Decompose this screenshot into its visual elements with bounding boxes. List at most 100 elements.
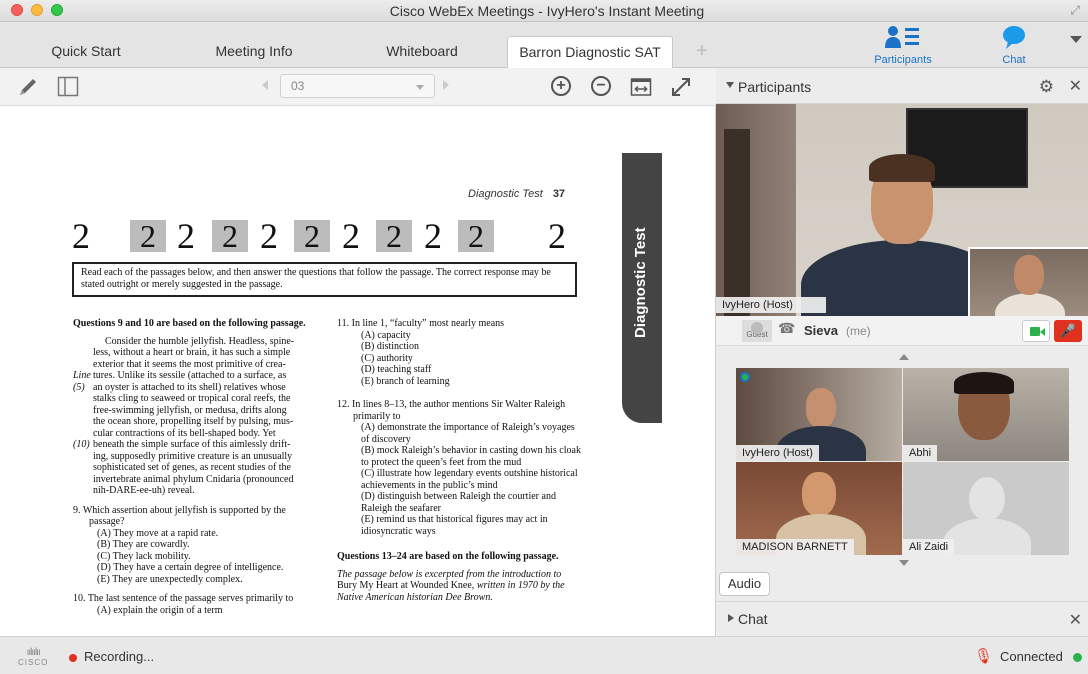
passage-text: exterior that it seems the most primitiv… bbox=[93, 358, 286, 370]
passage-line: less, without a heart or brain, it has s… bbox=[73, 347, 319, 359]
passage-text: nih-DARE-ee-uh) reveal. bbox=[93, 485, 195, 496]
running-head: Diagnostic Test 37 bbox=[468, 188, 565, 200]
previous-page-icon[interactable] bbox=[262, 80, 268, 90]
participants-button[interactable]: Participants bbox=[868, 24, 938, 66]
expand-icon[interactable] bbox=[728, 614, 734, 622]
passage-text: stalks cling to seaweed or tropical cora… bbox=[93, 393, 291, 404]
passage-line: exterior that it seems the most primitiv… bbox=[73, 359, 319, 371]
gear-icon[interactable]: ⚙ bbox=[1039, 77, 1054, 97]
passage-text: sophisticated set of genes, as recent st… bbox=[93, 462, 291, 473]
section-number: 2 bbox=[177, 216, 195, 256]
answer-option: (B) They are cowardly. bbox=[97, 539, 190, 550]
audio-button[interactable]: Audio bbox=[719, 572, 770, 596]
expand-icon[interactable] bbox=[670, 76, 692, 98]
overflow-menu-icon[interactable] bbox=[1070, 36, 1082, 43]
next-page-icon[interactable] bbox=[443, 80, 449, 90]
close-icon[interactable]: ✕ bbox=[1069, 76, 1082, 96]
passage-text: beneath the simple surface of this aimle… bbox=[93, 439, 291, 450]
passage-text: the ocean shore, propelling itself by pu… bbox=[93, 416, 294, 427]
self-participant-row[interactable]: Guest ☎ Sieva (me) 🎤 bbox=[716, 316, 1088, 346]
side-tab-label: Diagnostic Test bbox=[632, 227, 649, 338]
answer-option: (A) capacity bbox=[361, 329, 411, 341]
question-group-heading: Questions 9 and 10 are based on the foll… bbox=[73, 318, 306, 329]
title-bar: Cisco WebEx Meetings - IvyHero's Instant… bbox=[0, 0, 1088, 22]
window-title: Cisco WebEx Meetings - IvyHero's Instant… bbox=[389, 3, 705, 19]
recording-status[interactable]: Recording... bbox=[84, 649, 154, 664]
section-number: 2 bbox=[458, 220, 494, 252]
section-number: 2 bbox=[294, 220, 330, 252]
intro-text: The passage below is excerpted from the … bbox=[337, 568, 562, 580]
close-icon[interactable]: ✕ bbox=[1069, 610, 1082, 630]
recording-indicator-icon bbox=[69, 654, 77, 662]
tab-quick-start[interactable]: Quick Start bbox=[20, 36, 152, 68]
brand-label: CISCO bbox=[18, 658, 49, 667]
page-select-value: 03 bbox=[291, 79, 305, 93]
passage-line: (5) an oyster is attached to its shell) r… bbox=[73, 382, 319, 394]
answer-option: (D) They have a certain degree of intell… bbox=[97, 562, 284, 573]
answer-option: (B) distinction bbox=[361, 341, 420, 352]
chat-button[interactable]: Chat bbox=[979, 24, 1049, 66]
document-viewer[interactable]: Diagnostic Test 37 Diagnostic Test 2 2 2 … bbox=[0, 106, 716, 636]
passage-line: nih-DARE-ee-uh) reveal. bbox=[73, 485, 319, 497]
tab-barron-diagnostic-sat[interactable]: Barron Diagnostic SAT bbox=[507, 36, 673, 69]
passage-line: sophisticated set of genes, as recent st… bbox=[73, 462, 319, 474]
tab-whiteboard[interactable]: Whiteboard bbox=[356, 36, 488, 68]
section-number: 2 bbox=[130, 220, 166, 252]
fullscreen-icon[interactable]: ⤢ bbox=[1070, 3, 1080, 18]
answer-option: (A) demonstrate the importance of Raleig… bbox=[361, 422, 575, 445]
add-tab-icon[interactable]: + bbox=[696, 40, 708, 63]
status-bar: ıılıılıı CISCO Recording... 🎙 Connected bbox=[0, 636, 1088, 674]
passage-intro: The passage below is excerpted from the … bbox=[337, 569, 583, 604]
answer-option: (E) branch of learning bbox=[361, 375, 450, 387]
fit-width-icon[interactable] bbox=[630, 76, 652, 98]
video-tile[interactable]: Abhi bbox=[903, 368, 1069, 461]
line-number: Line bbox=[73, 370, 91, 381]
scroll-up-icon[interactable] bbox=[899, 354, 909, 360]
person-placeholder-icon bbox=[969, 477, 1005, 521]
collapse-icon[interactable] bbox=[726, 82, 734, 88]
passage-text: Consider the humble jellyfish. Headless,… bbox=[105, 335, 295, 347]
video-tile[interactable]: MADISON BARNETT bbox=[736, 462, 902, 555]
answer-option: (C) illustrate how legendary events outs… bbox=[361, 468, 578, 491]
document-toolbar: 03 + − bbox=[0, 68, 716, 106]
zoom-out-icon[interactable]: − bbox=[591, 76, 611, 96]
section-side-tab: Diagnostic Test bbox=[622, 153, 662, 423]
mic-muted-icon[interactable]: 🎙 bbox=[974, 647, 993, 665]
answer-option: (A) explain the origin of a term bbox=[97, 604, 223, 616]
passage-line: ing, supposedly primitive creature is an… bbox=[73, 451, 319, 463]
passage-text: an oyster is attached to its shell) rela… bbox=[93, 381, 286, 393]
passage-line: the ocean shore, propelling itself by pu… bbox=[73, 416, 319, 428]
video-tile[interactable]: IvyHero (Host) bbox=[736, 368, 902, 461]
active-speaker-video[interactable]: IvyHero (Host) bbox=[716, 104, 1088, 316]
page-select[interactable]: 03 bbox=[280, 74, 435, 98]
pencil-icon[interactable] bbox=[17, 76, 39, 98]
zoom-in-icon[interactable]: + bbox=[551, 76, 571, 96]
answer-option: (E) They are unexpectedly complex. bbox=[97, 573, 243, 585]
person-placeholder-icon bbox=[943, 518, 1031, 555]
question-group-heading: Questions 13–24 are based on the followi… bbox=[337, 551, 559, 562]
section-number: 2 bbox=[72, 216, 90, 256]
participant-name: MADISON BARNETT bbox=[736, 539, 854, 555]
video-tile[interactable]: Ali Zaidi bbox=[903, 462, 1069, 555]
question-stem: 12. In lines 8–13, the author mentions S… bbox=[337, 399, 566, 422]
question-stem: 9. Which assertion about jellyfish is su… bbox=[73, 504, 286, 528]
person-figure bbox=[995, 293, 1065, 316]
answer-option: (C) They lack mobility. bbox=[97, 550, 191, 562]
tab-meeting-info[interactable]: Meeting Info bbox=[188, 36, 320, 68]
chevron-down-icon bbox=[416, 85, 424, 90]
sat-page: Diagnostic Test 37 Diagnostic Test 2 2 2 … bbox=[48, 106, 668, 636]
answer-option: (B) mock Raleigh’s behavior in casting d… bbox=[361, 445, 581, 468]
scroll-down-icon[interactable] bbox=[899, 560, 909, 566]
self-view-video[interactable] bbox=[968, 247, 1088, 316]
chat-header[interactable]: Chat ✕ bbox=[716, 601, 1088, 636]
video-camera-button[interactable] bbox=[1022, 320, 1050, 342]
camera-icon bbox=[1040, 328, 1045, 336]
question-9: 9. Which assertion about jellyfish is su… bbox=[73, 505, 319, 528]
question-12: 12. In lines 8–13, the author mentions S… bbox=[337, 399, 583, 422]
person-figure bbox=[806, 388, 836, 428]
mute-button[interactable]: 🎤 bbox=[1054, 320, 1082, 342]
section-number: 2 bbox=[548, 216, 566, 256]
passage-text: free-swimming jellyfish, or medusa, drif… bbox=[93, 404, 287, 416]
question-stem: 11. In line 1, “faculty” most nearly mea… bbox=[337, 318, 505, 329]
thumbnails-panel-icon[interactable] bbox=[57, 76, 79, 98]
